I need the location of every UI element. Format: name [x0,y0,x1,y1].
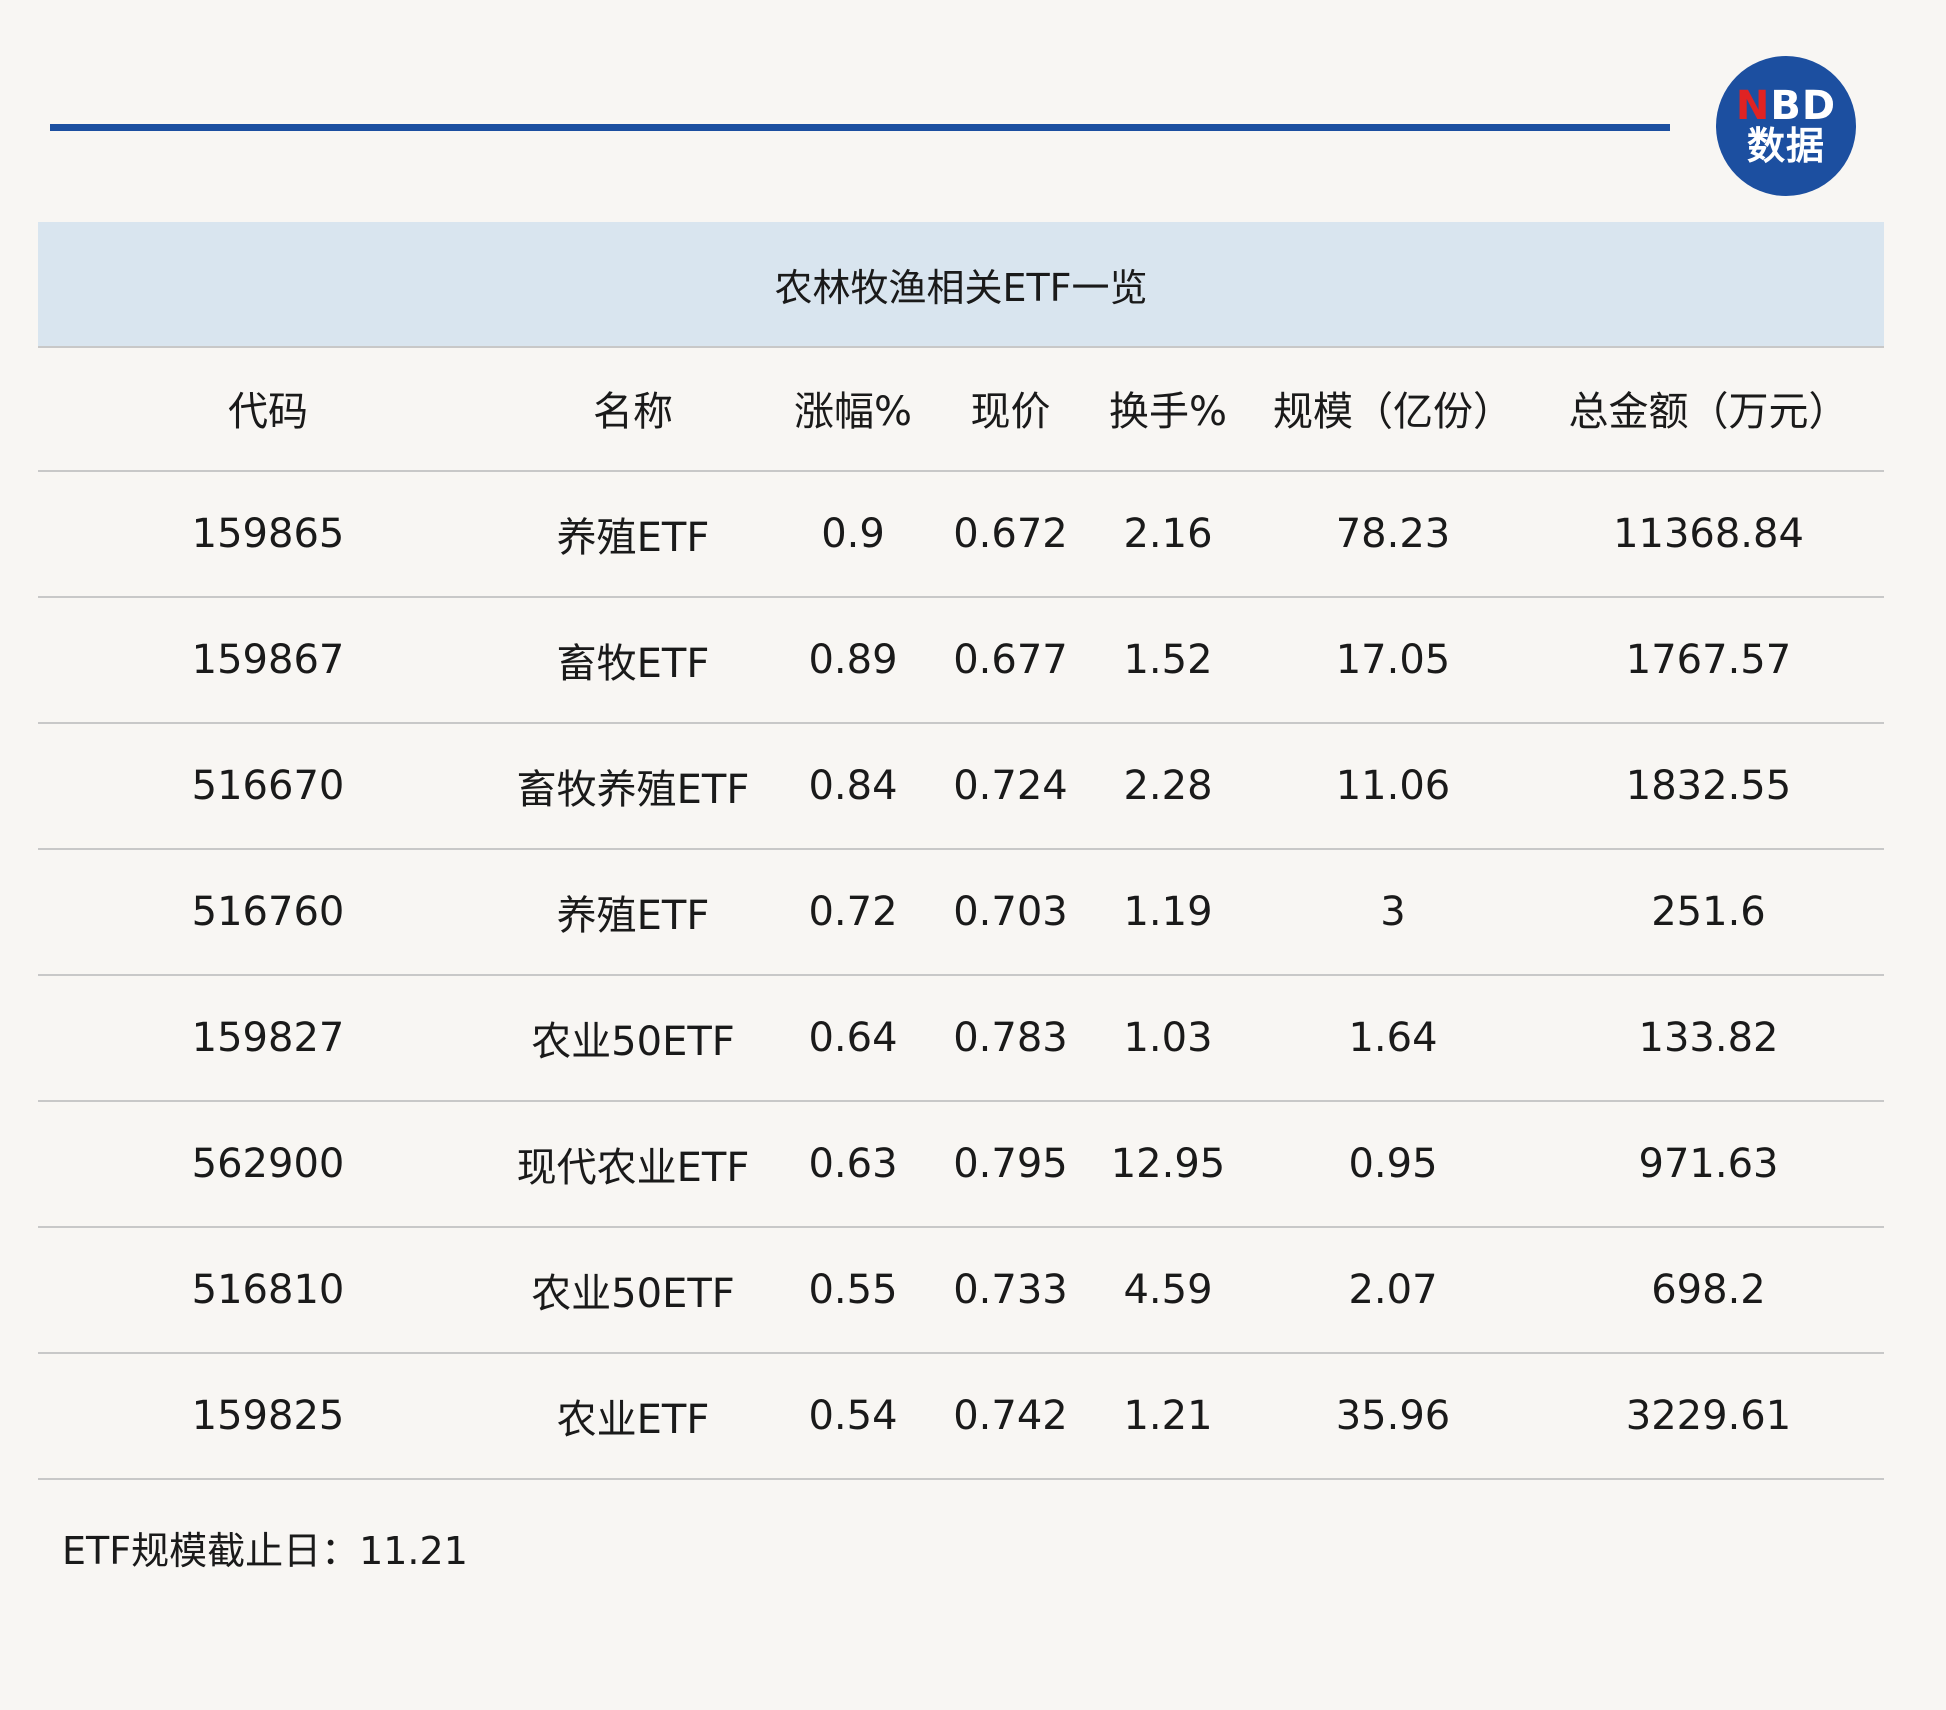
cell-scale: 0.95 [1253,1101,1533,1228]
cell-turnover: 1.21 [1083,1353,1253,1480]
cell-amount: 133.82 [1533,975,1884,1102]
cell-name: 农业ETF [498,1353,768,1480]
table-row: 562900 现代农业ETF 0.63 0.795 12.95 0.95 971.63 [38,1101,1884,1228]
cell-scale: 78.23 [1253,471,1533,598]
cell-amount: 1832.55 [1533,723,1884,850]
cell-amount: 11368.84 [1533,471,1884,598]
cell-scale: 1.64 [1253,975,1533,1102]
cell-code: 516760 [38,849,498,976]
cell-change: 0.9 [768,471,938,598]
footnote: ETF规模截止日：11.21 [62,1529,468,1573]
cell-scale: 11.06 [1253,723,1533,850]
header-rule [50,124,1670,131]
cell-change: 0.64 [768,975,938,1102]
cell-turnover: 1.03 [1083,975,1253,1102]
cell-code: 562900 [38,1101,498,1228]
header-price: 现价 [938,346,1083,472]
cell-amount: 971.63 [1533,1101,1884,1228]
cell-turnover: 4.59 [1083,1227,1253,1354]
cell-price: 0.703 [938,849,1083,976]
cell-turnover: 2.16 [1083,471,1253,598]
cell-amount: 698.2 [1533,1227,1884,1354]
cell-change: 0.72 [768,849,938,976]
cell-price: 0.742 [938,1353,1083,1480]
cell-turnover: 2.28 [1083,723,1253,850]
cell-code: 516670 [38,723,498,850]
table-row: 159825 农业ETF 0.54 0.742 1.21 35.96 3229.61 [38,1353,1884,1480]
cell-scale: 35.96 [1253,1353,1533,1480]
cell-amount: 1767.57 [1533,597,1884,724]
cell-turnover: 12.95 [1083,1101,1253,1228]
cell-price: 0.724 [938,723,1083,850]
header-turnover: 换手% [1083,346,1253,472]
cell-amount: 251.6 [1533,849,1884,976]
table-row: 159867 畜牧ETF 0.89 0.677 1.52 17.05 1767.57 [38,597,1884,724]
cell-code: 159825 [38,1353,498,1480]
cell-turnover: 1.19 [1083,849,1253,976]
cell-change: 0.84 [768,723,938,850]
cell-price: 0.783 [938,975,1083,1102]
header-scale: 规模（亿份） [1253,346,1533,472]
header-code: 代码 [38,346,498,472]
cell-code: 159867 [38,597,498,724]
cell-scale: 17.05 [1253,597,1533,724]
cell-code: 516810 [38,1227,498,1354]
cell-turnover: 1.52 [1083,597,1253,724]
cell-amount: 3229.61 [1533,1353,1884,1480]
cell-price: 0.795 [938,1101,1083,1228]
table-row: 516810 农业50ETF 0.55 0.733 4.59 2.07 698.2 [38,1227,1884,1354]
header-name: 名称 [498,346,768,472]
cell-price: 0.733 [938,1227,1083,1354]
cell-price: 0.677 [938,597,1083,724]
cell-change: 0.54 [768,1353,938,1480]
cell-name: 养殖ETF [498,849,768,976]
cell-code: 159865 [38,471,498,598]
cell-change: 0.89 [768,597,938,724]
cell-name: 畜牧养殖ETF [498,723,768,850]
cell-name: 农业50ETF [498,1227,768,1354]
cell-change: 0.63 [768,1101,938,1228]
table-row: 159827 农业50ETF 0.64 0.783 1.03 1.64 133.82 [38,975,1884,1102]
cell-change: 0.55 [768,1227,938,1354]
table-header-row: 代码 名称 涨幅% 现价 换手% 规模（亿份） 总金额（万元） [38,346,1884,472]
cell-code: 159827 [38,975,498,1102]
etf-table: 代码 名称 涨幅% 现价 换手% 规模（亿份） 总金额（万元） 159865 养殖… [38,346,1884,1480]
nbd-data-logo: NBD 数据 [1716,56,1856,196]
table-row: 516760 养殖ETF 0.72 0.703 1.19 3 251.6 [38,849,1884,976]
cell-name: 畜牧ETF [498,597,768,724]
cell-scale: 3 [1253,849,1533,976]
cell-name: 现代农业ETF [498,1101,768,1228]
cell-scale: 2.07 [1253,1227,1533,1354]
table-row: 159865 养殖ETF 0.9 0.672 2.16 78.23 11368.84 [38,471,1884,598]
header-amount: 总金额（万元） [1533,346,1884,472]
cell-name: 养殖ETF [498,471,768,598]
cell-price: 0.672 [938,471,1083,598]
table-row: 516670 畜牧养殖ETF 0.84 0.724 2.28 11.06 1832.55 [38,723,1884,850]
header-change: 涨幅% [768,346,938,472]
cell-name: 农业50ETF [498,975,768,1102]
table-title: 农林牧渔相关ETF一览 [38,222,1884,348]
